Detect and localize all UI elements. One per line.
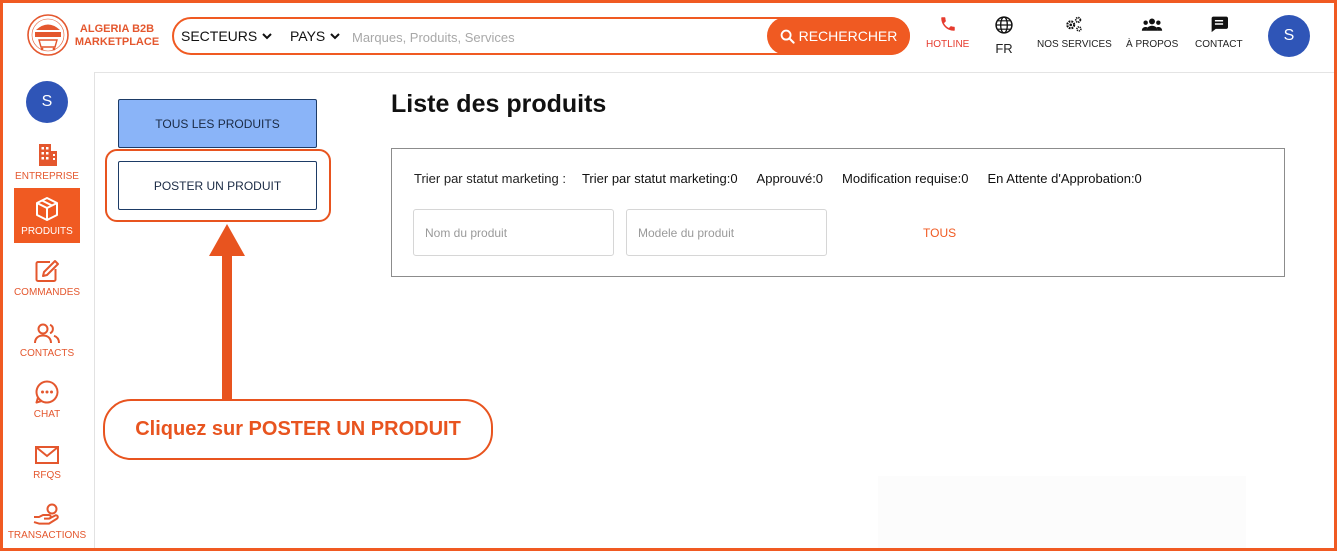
background-panel bbox=[878, 476, 1246, 551]
product-model-input[interactable] bbox=[626, 209, 827, 256]
phone-icon bbox=[940, 17, 955, 31]
status-summary: Trier par statut marketing : Trier par s… bbox=[414, 171, 1161, 186]
post-product-button[interactable]: POSTER UN PRODUIT bbox=[118, 161, 317, 210]
sidebar-item-chat[interactable]: CHAT bbox=[14, 372, 80, 426]
all-products-button[interactable]: TOUS LES PRODUITS bbox=[118, 99, 317, 148]
sidebar-item-label: RFQS bbox=[33, 470, 61, 481]
page-title: Liste des produits bbox=[391, 90, 607, 118]
brand-logo-icon[interactable] bbox=[26, 13, 70, 57]
sidebar-avatar[interactable]: S bbox=[26, 81, 68, 123]
sidebar-item-label: COMMANDES bbox=[13, 287, 81, 298]
about-link[interactable]: À PROPOS bbox=[1126, 15, 1178, 50]
hotline-label: HOTLINE bbox=[926, 39, 970, 50]
hotline-link[interactable]: HOTLINE bbox=[926, 15, 969, 50]
gears-icon bbox=[1066, 16, 1083, 32]
search-bar: SECTEURS PAYS RECHERCHER bbox=[172, 17, 910, 55]
box-icon bbox=[36, 197, 58, 221]
sidebar-item-rfqs[interactable]: RFQS bbox=[14, 433, 80, 487]
sectors-dropdown[interactable]: SECTEURS bbox=[181, 19, 272, 53]
all-filter-button[interactable]: TOUS bbox=[923, 226, 956, 240]
status-count-approved[interactable]: Approuvé:0 bbox=[757, 171, 824, 186]
sidebar-item-entreprise[interactable]: ENTREPRISE bbox=[14, 134, 80, 188]
sidebar-item-contacts[interactable]: CONTACTS bbox=[14, 311, 80, 365]
language-label: FR bbox=[995, 41, 1013, 56]
status-count-pending[interactable]: En Attente d'Approbation:0 bbox=[988, 171, 1142, 186]
search-button-label: RECHERCHER bbox=[798, 28, 898, 44]
sidebar-item-commandes[interactable]: COMMANDES bbox=[14, 250, 80, 304]
chevron-down-icon bbox=[262, 32, 272, 39]
search-button[interactable]: RECHERCHER bbox=[767, 17, 910, 55]
sidebar-item-label: CONTACTS bbox=[19, 348, 75, 359]
top-header: ALGERIA B2B MARKETPLACE SECTEURS PAYS RE… bbox=[0, 0, 1337, 73]
sidebar-item-label: CHAT bbox=[33, 409, 61, 420]
edit-icon bbox=[35, 260, 59, 282]
user-avatar[interactable]: S bbox=[1268, 15, 1310, 57]
globe-icon bbox=[995, 16, 1013, 34]
status-count-modification[interactable]: Modification requise:0 bbox=[842, 171, 968, 186]
sidebar-item-produits[interactable]: PRODUITS bbox=[14, 188, 80, 243]
annotation-callout: Cliquez sur POSTER UN PRODUIT bbox=[103, 399, 493, 460]
hand-coins-icon bbox=[33, 503, 59, 525]
mail-icon bbox=[35, 446, 59, 464]
chat-icon bbox=[35, 380, 59, 404]
search-input[interactable] bbox=[350, 23, 769, 51]
countries-dropdown[interactable]: PAYS bbox=[290, 19, 340, 53]
sidebar-item-transactions[interactable]: TRANSACTIONS bbox=[8, 493, 86, 547]
product-name-input[interactable] bbox=[413, 209, 614, 256]
sidebar: S ENTREPRISE PRODUITS COMMANDES CONTACTS… bbox=[0, 72, 95, 551]
countries-label: PAYS bbox=[290, 28, 326, 44]
contact-label: CONTACT bbox=[1195, 39, 1243, 50]
sidebar-item-label: TRANSACTIONS bbox=[7, 530, 87, 541]
services-link[interactable]: NOS SERVICES bbox=[1037, 15, 1112, 50]
users-icon bbox=[34, 323, 60, 344]
search-icon bbox=[780, 29, 795, 44]
sectors-label: SECTEURS bbox=[181, 28, 258, 44]
sidebar-item-label: PRODUITS bbox=[21, 226, 73, 237]
filter-panel: Trier par statut marketing : Trier par s… bbox=[391, 148, 1285, 277]
message-icon bbox=[1211, 16, 1228, 33]
arrow-up-icon bbox=[209, 224, 245, 402]
sidebar-item-label: ENTREPRISE bbox=[15, 171, 79, 182]
team-icon bbox=[1141, 18, 1163, 31]
about-label: À PROPOS bbox=[1126, 39, 1179, 50]
status-count-marketing[interactable]: Trier par statut marketing:0 bbox=[582, 171, 738, 186]
brand-name[interactable]: ALGERIA B2B MARKETPLACE bbox=[74, 23, 160, 49]
building-icon bbox=[39, 144, 57, 166]
sort-label: Trier par statut marketing : bbox=[414, 171, 566, 186]
language-selector[interactable]: FR bbox=[994, 15, 1014, 56]
contact-link[interactable]: CONTACT bbox=[1195, 15, 1243, 50]
chevron-down-icon bbox=[330, 32, 340, 39]
services-label: NOS SERVICES bbox=[1037, 39, 1112, 50]
